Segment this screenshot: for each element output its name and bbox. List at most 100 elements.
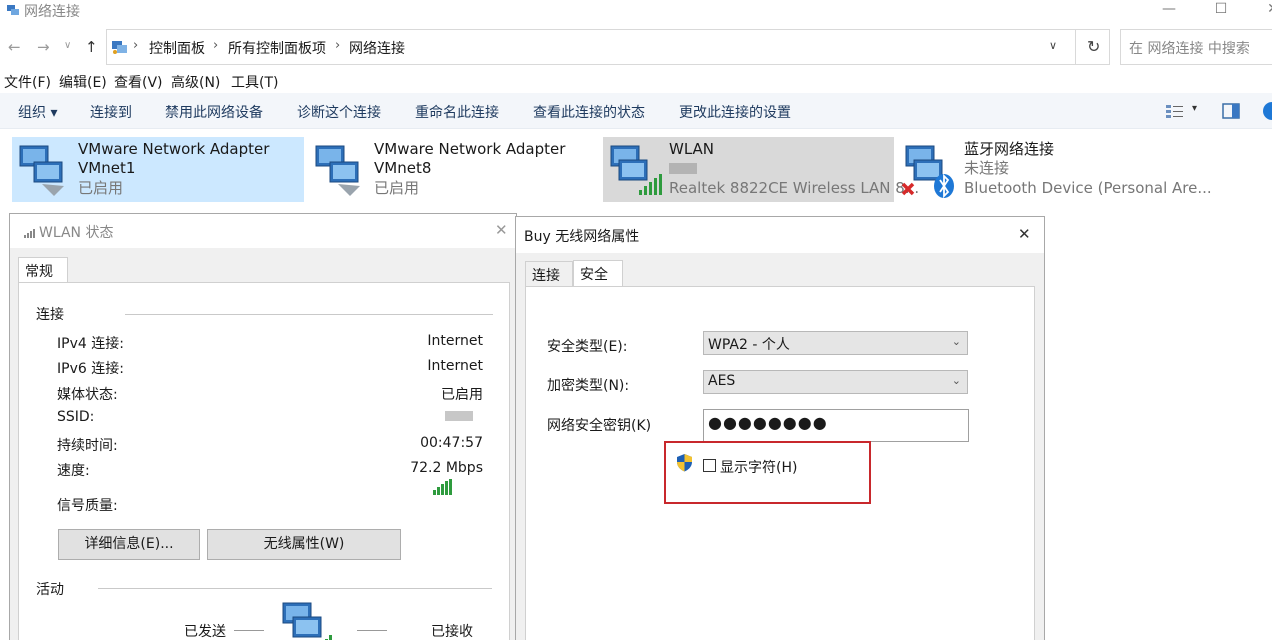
view-options-dropdown-icon[interactable]: ▾: [1192, 103, 1197, 114]
network-key-input[interactable]: ●●●●●●●●: [703, 409, 969, 442]
speed-label: 速度:: [57, 463, 90, 479]
details-button[interactable]: 详细信息(E)...: [58, 529, 200, 560]
rename-button[interactable]: 重命名此连接: [415, 102, 499, 122]
chevron-down-icon: ⌄: [951, 374, 961, 387]
section-connection-label: 连接: [36, 307, 64, 323]
back-button[interactable]: ←: [8, 38, 21, 56]
adapter-line2: VMnet8: [374, 159, 432, 177]
breadcrumb-separator: ›: [213, 38, 219, 53]
command-bar: 组织 ▾ 连接到 禁用此网络设备 诊断这个连接 重命名此连接 查看此连接的状态 …: [0, 93, 1272, 129]
connect-to-button[interactable]: 连接到: [90, 102, 132, 122]
menu-view[interactable]: 查看(V): [114, 72, 163, 92]
signal-quality-label: 信号质量:: [57, 498, 118, 514]
encryption-type-label: 加密类型(N):: [547, 378, 630, 394]
dialog-title: WLAN 状态: [39, 225, 114, 241]
section-activity-label: 活动: [36, 582, 64, 598]
tab-connection[interactable]: 连接: [525, 261, 573, 287]
adapter-name: WLAN: [669, 140, 715, 158]
adapter-status: 已启用: [78, 179, 124, 197]
adapter-name: 蓝牙网络连接: [964, 140, 1055, 158]
refresh-button[interactable]: ↻: [1087, 37, 1100, 56]
recent-locations-button[interactable]: ∨: [64, 40, 71, 51]
dialog-close-button[interactable]: ✕: [1018, 225, 1031, 243]
close-button[interactable]: ✕: [1250, 0, 1272, 20]
wlan-status-dialog: WLAN 状态 ✕ 常规 连接 IPv4 连接: Internet IPv6 连…: [9, 213, 517, 640]
tab-security[interactable]: 安全: [573, 260, 623, 288]
ipv4-label: IPv4 连接:: [57, 336, 124, 352]
annotation-highlight-box: [664, 441, 871, 504]
adapter-status: Realtek 8822CE Wireless LAN 8...: [669, 179, 920, 197]
network-adapter-icon: [315, 145, 360, 196]
media-state-value: 已启用: [441, 387, 483, 403]
minimize-button[interactable]: —: [1146, 0, 1192, 20]
title-bar: 网络连接 — ☐ ✕: [0, 0, 1272, 22]
dialog-title-bar: Buy 无线网络属性 ✕: [516, 217, 1044, 253]
breadcrumb-separator: ›: [133, 38, 139, 53]
duration-label: 持续时间:: [57, 438, 118, 454]
encryption-type-value: AES: [708, 373, 736, 389]
ssid-label: SSID:: [57, 409, 95, 425]
menu-advanced[interactable]: 高级(N): [171, 72, 220, 92]
dialog-title: Buy 无线网络属性: [524, 229, 640, 245]
ipv6-label: IPv6 连接:: [57, 361, 124, 377]
network-adapter-icon: [19, 145, 64, 196]
up-button[interactable]: ↑: [85, 38, 98, 56]
activity-network-icon: [282, 602, 332, 640]
menu-edit[interactable]: 编辑(E): [59, 72, 107, 92]
adapter-tile-wlan[interactable]: WLAN Realtek 8822CE Wireless LAN 8...: [603, 137, 919, 202]
network-key-value: ●●●●●●●●: [708, 413, 828, 432]
diagnose-button[interactable]: 诊断这个连接: [297, 102, 381, 122]
organize-button[interactable]: 组织 ▾: [18, 102, 57, 122]
network-connections-icon: [7, 5, 19, 15]
sent-label: 已发送: [184, 624, 226, 640]
menu-tools[interactable]: 工具(T): [231, 72, 278, 92]
view-status-button[interactable]: 查看此连接的状态: [533, 102, 645, 122]
sent-line: [234, 630, 264, 631]
view-options-icon[interactable]: [1165, 103, 1185, 119]
section-divider: [98, 588, 492, 589]
adapter-tile-vmnet1[interactable]: VMware Network Adapter VMnet1 已启用: [12, 137, 304, 202]
ipv4-value: Internet: [427, 333, 483, 349]
wifi-adapter-icon: [610, 145, 662, 195]
network-key-label: 网络安全密钥(K): [547, 418, 652, 434]
received-label: 已接收: [431, 624, 473, 640]
wireless-properties-button[interactable]: 无线属性(W): [207, 529, 401, 560]
security-type-label: 安全类型(E):: [547, 339, 628, 355]
duration-value: 00:47:57: [420, 435, 483, 451]
forward-button[interactable]: →: [37, 38, 50, 56]
security-type-value: WPA2 - 个人: [708, 337, 790, 353]
adapter-tile-bluetooth[interactable]: 蓝牙网络连接 未连接 Bluetooth Device (Personal Ar…: [898, 137, 1212, 202]
breadcrumb-network-connections[interactable]: 网络连接: [349, 38, 405, 58]
adapter-name: VMware Network Adapter: [78, 140, 270, 158]
bluetooth-adapter-icon: [901, 145, 954, 198]
preview-pane-icon[interactable]: [1222, 103, 1240, 119]
maximize-button[interactable]: ☐: [1198, 0, 1244, 20]
disable-device-button[interactable]: 禁用此网络设备: [165, 102, 263, 122]
menu-file[interactable]: 文件(F): [4, 72, 51, 92]
encryption-type-select[interactable]: AES ⌄: [703, 370, 968, 394]
security-tab-panel: 安全类型(E): WPA2 - 个人 ⌄ 加密类型(N): AES ⌄ 网络安全…: [525, 286, 1035, 640]
adapter-status: Bluetooth Device (Personal Are...: [964, 179, 1212, 197]
ipv6-value: Internet: [427, 358, 483, 374]
tab-general[interactable]: 常规: [18, 257, 68, 283]
search-placeholder: 在 网络连接 中搜索: [1129, 41, 1250, 57]
adapter-line2: 未连接: [964, 159, 1010, 177]
address-dropdown-button[interactable]: ∨: [1049, 39, 1057, 52]
change-settings-button[interactable]: 更改此连接的设置: [679, 102, 791, 122]
breadcrumb-control-panel[interactable]: 控制面板: [149, 38, 205, 58]
speed-value: 72.2 Mbps: [410, 460, 483, 476]
address-bar[interactable]: › 控制面板 › 所有控制面板项 › 网络连接 ∨ ↻: [106, 29, 1110, 65]
section-divider: [125, 314, 493, 315]
security-type-select[interactable]: WPA2 - 个人 ⌄: [703, 331, 968, 355]
media-state-label: 媒体状态:: [57, 387, 118, 403]
help-icon[interactable]: [1262, 101, 1272, 121]
dialog-title-bar: WLAN 状态 ✕: [10, 214, 516, 248]
search-input[interactable]: 在 网络连接 中搜索: [1120, 29, 1272, 65]
ssid-redacted-block: [445, 411, 473, 421]
address-divider: [1075, 30, 1076, 64]
breadcrumb-all-items[interactable]: 所有控制面板项: [228, 38, 326, 58]
window-title: 网络连接: [24, 4, 80, 20]
dialog-close-button[interactable]: ✕: [495, 221, 508, 239]
adapter-status: 已启用: [374, 179, 420, 197]
adapter-tile-vmnet8[interactable]: VMware Network Adapter VMnet8 已启用: [308, 137, 600, 202]
